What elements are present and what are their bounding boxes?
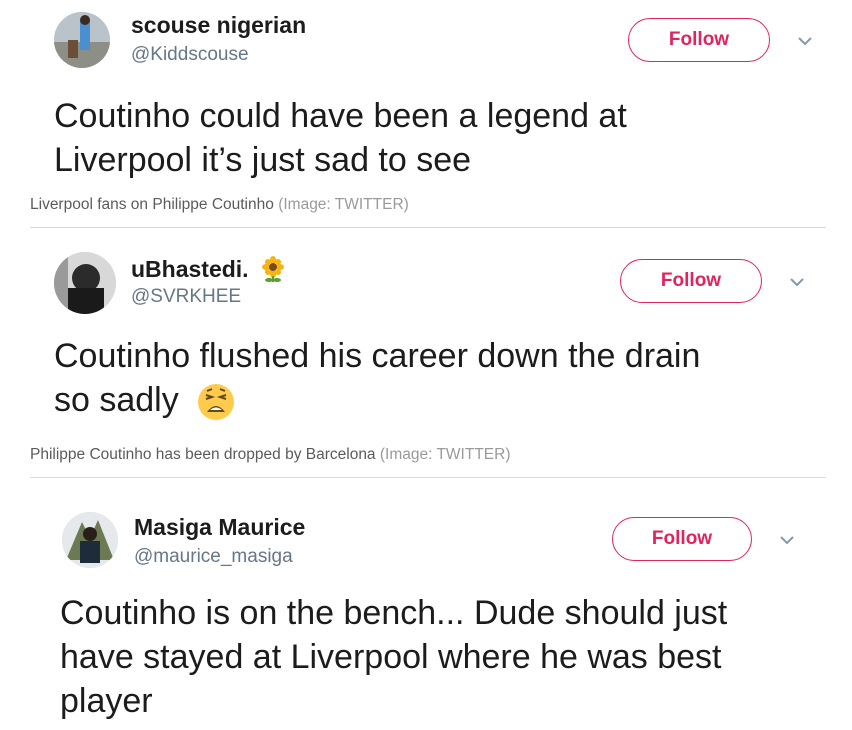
user-name[interactable]: uBhastedi. [131, 255, 287, 283]
user-handle[interactable]: @SVRKHEE [131, 286, 241, 308]
tweet-3: Masiga Maurice @maurice_masiga Follow Co… [0, 478, 852, 730]
tweet-text: Coutinho flushed his career down the dra… [54, 334, 700, 422]
weary-face-icon [198, 384, 235, 421]
tweet-text-line: Coutinho is on the bench... Dude should … [60, 594, 728, 632]
image-credit: (Image: TWITTER) [278, 196, 409, 213]
follow-button[interactable]: Follow [628, 18, 770, 62]
tweet-text: Coutinho could have been a legend at Liv… [54, 94, 627, 182]
tweet-text-line: Liverpool it’s just sad to see [54, 141, 472, 179]
user-handle[interactable]: @maurice_masiga [134, 546, 293, 568]
chevron-down-icon[interactable] [798, 36, 812, 46]
chevron-down-icon[interactable] [780, 535, 794, 545]
sunflower-icon [261, 255, 284, 282]
follow-button[interactable]: Follow [612, 517, 752, 561]
tweet-text-line: player [60, 682, 153, 720]
caption-text: Liverpool fans on Philippe Coutinho [30, 196, 274, 213]
avatar[interactable] [54, 252, 116, 314]
tweet-1: scouse nigerian @Kiddscouse Follow Couti… [0, 0, 852, 226]
tweet-text-line: Coutinho flushed his career down the dra… [54, 337, 701, 375]
user-handle[interactable]: @Kiddscouse [131, 44, 249, 66]
avatar[interactable] [54, 12, 110, 68]
follow-button[interactable]: Follow [620, 259, 762, 303]
user-name-text: uBhastedi. [131, 256, 249, 282]
tweet-text: Coutinho is on the bench... Dude should … [60, 591, 727, 723]
user-name[interactable]: Masiga Maurice [134, 514, 305, 541]
image-caption: Liverpool fans on Philippe Coutinho (Ima… [30, 196, 409, 214]
tweet-text-line: have stayed at Liverpool where he was be… [60, 638, 722, 676]
image-credit: (Image: TWITTER) [379, 446, 511, 463]
image-caption: Philippe Coutinho has been dropped by Ba… [30, 446, 510, 464]
caption-text: Philippe Coutinho has been dropped by Ba… [30, 446, 376, 463]
chevron-down-icon[interactable] [790, 277, 804, 287]
tweet-2: uBhastedi. @SVRKHEE Follow Coutinho flus… [0, 228, 852, 476]
tweet-text-fragment: so sadly [54, 381, 179, 419]
avatar[interactable] [62, 512, 118, 568]
user-name[interactable]: scouse nigerian [131, 12, 306, 39]
tweet-text-line: Coutinho could have been a legend at [54, 97, 627, 135]
tweet-text-line: so sadly [54, 378, 700, 422]
